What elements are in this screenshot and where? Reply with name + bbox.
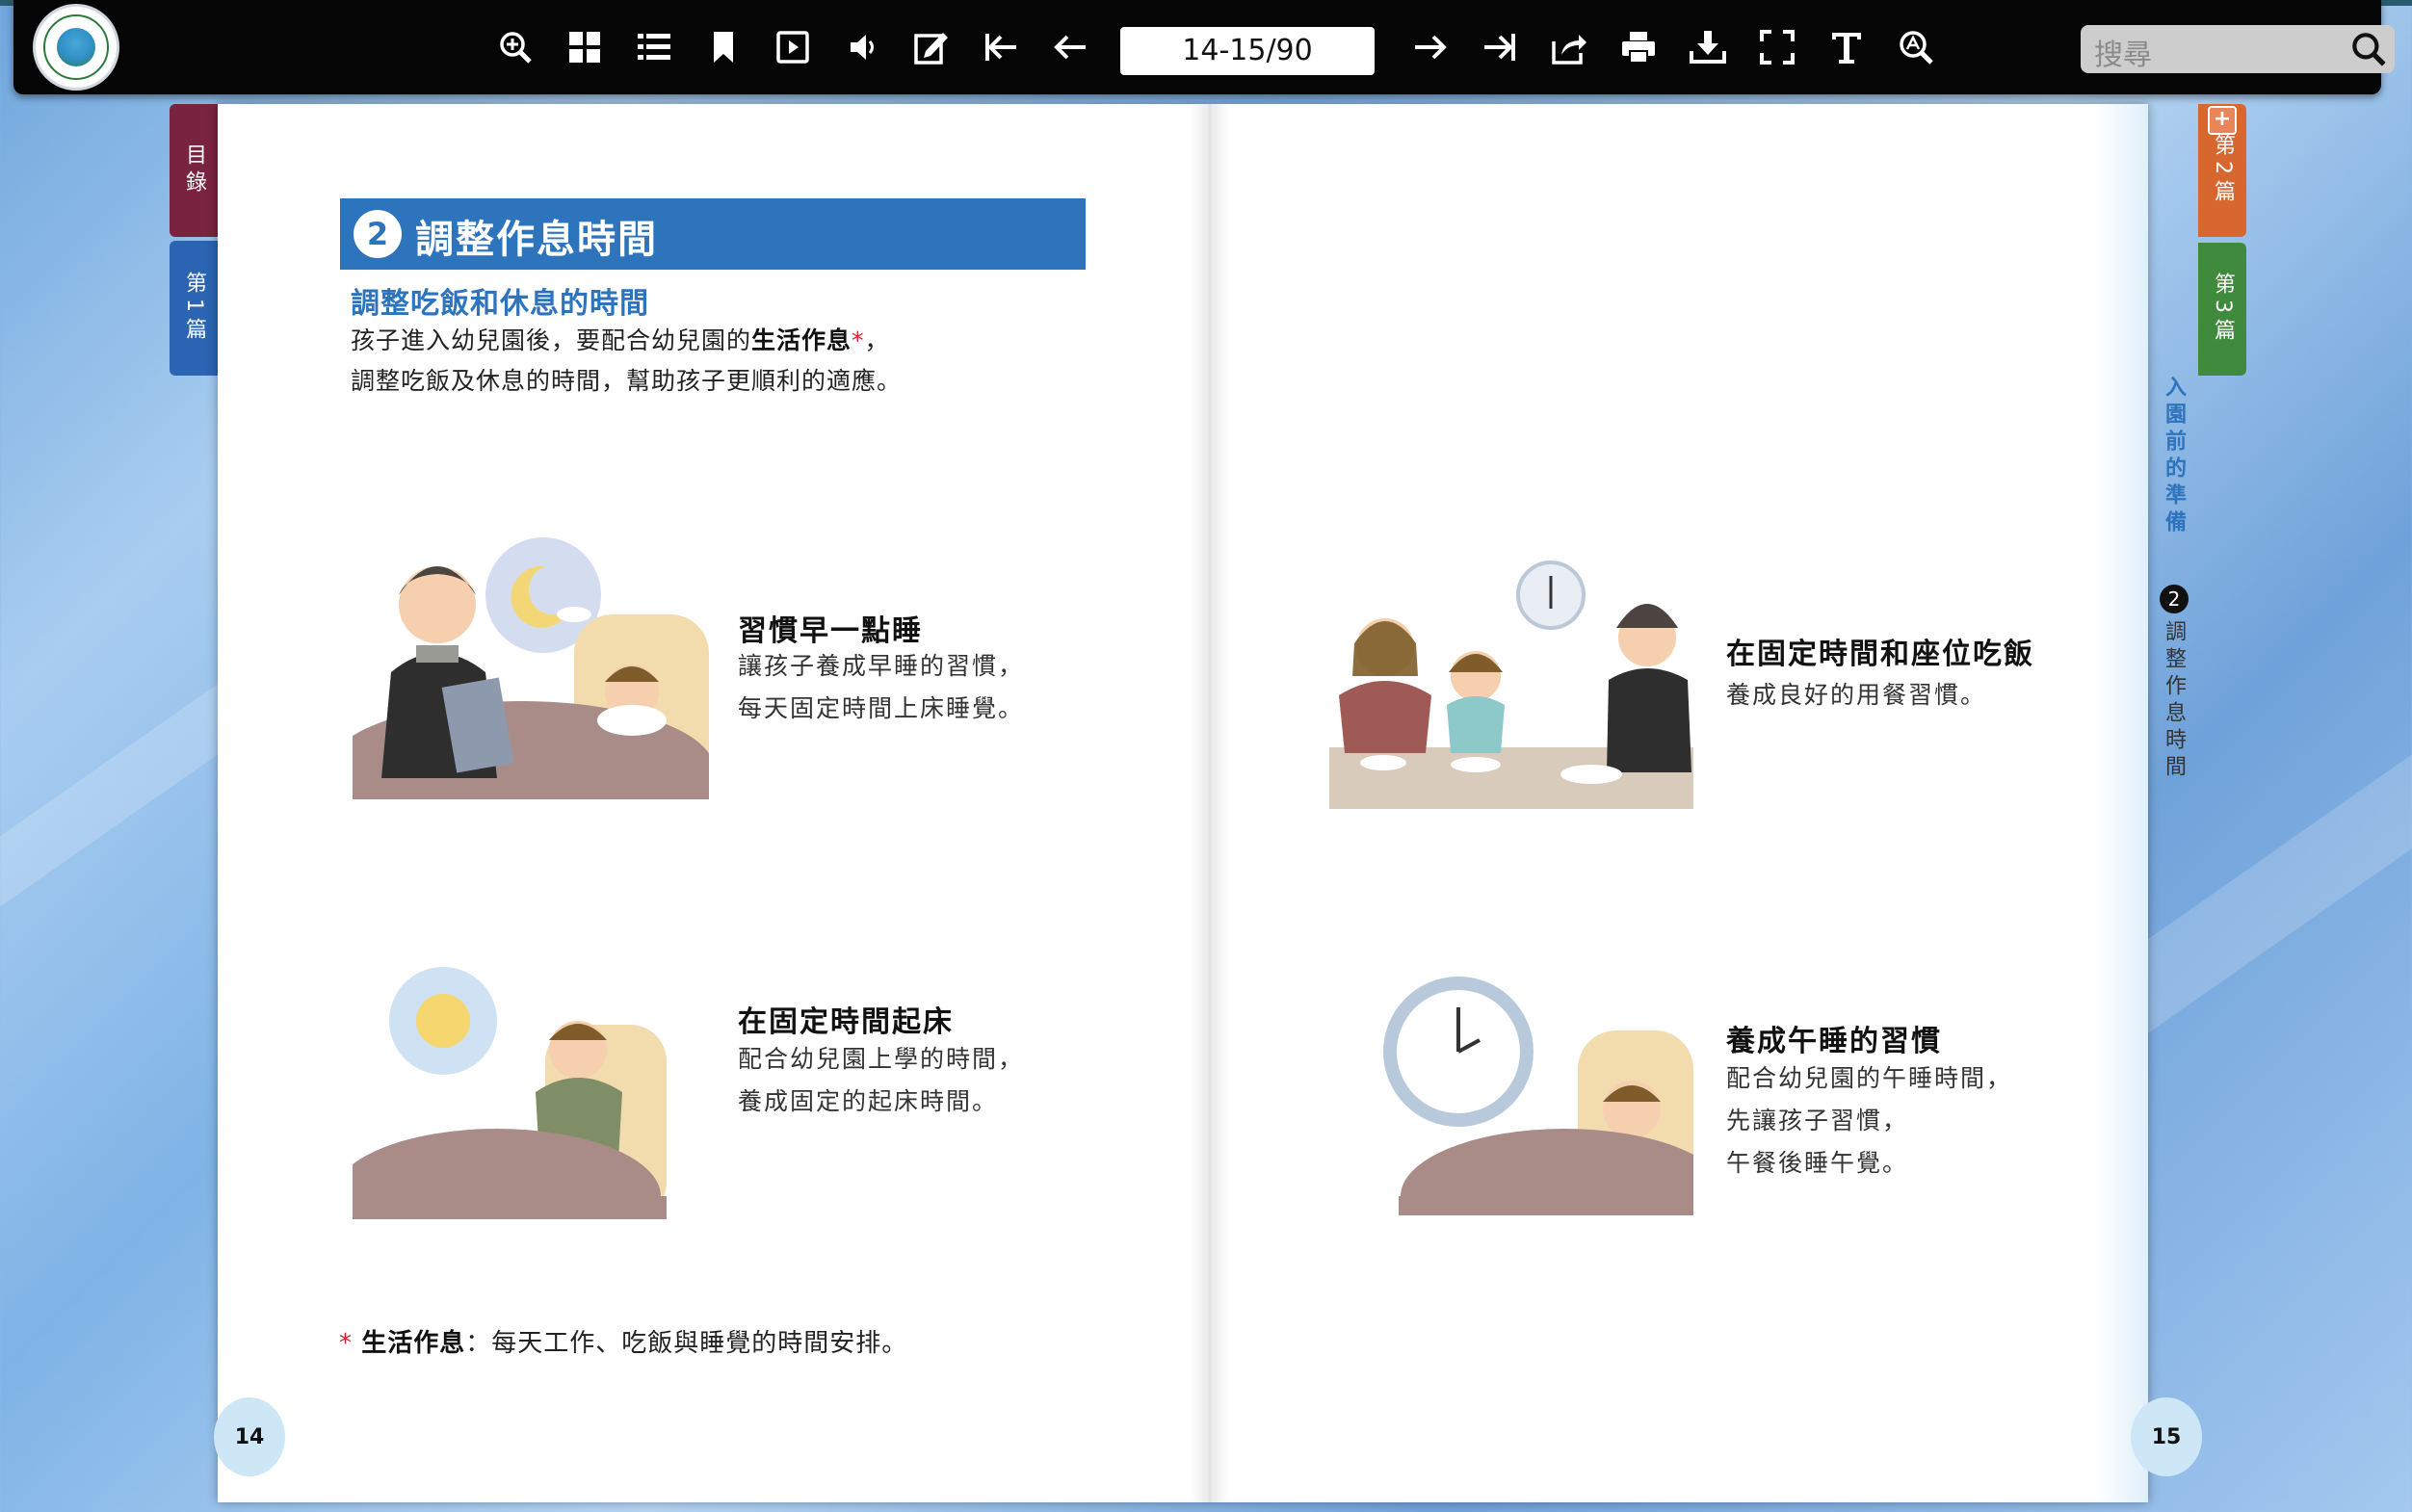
intro-text: 孩子進入幼兒園後，要配合幼兒園的 — [351, 326, 752, 354]
download-icon[interactable] — [1686, 25, 1730, 69]
print-icon[interactable] — [1616, 25, 1661, 69]
reader-toolbar: 14-15/90 搜尋 — [13, 0, 2395, 94]
item-nap-title: 養成午睡的習慣 — [1726, 1025, 1942, 1058]
item-text-line: 午餐後睡午覺。 — [1726, 1149, 1909, 1177]
add-icon[interactable]: + — [2208, 106, 2237, 135]
item-text-line: 養成良好的用餐習慣。 — [1726, 681, 1987, 709]
tab-part-1[interactable]: 第1篇 — [170, 241, 218, 376]
tab-part-2-label: 第2篇 — [2211, 134, 2235, 207]
item-text-line: 養成固定的起床時間。 — [738, 1087, 999, 1115]
tab-contents[interactable]: 目錄 — [170, 104, 218, 237]
page-number-left: 14 — [214, 1397, 285, 1476]
page-number-input[interactable]: 14-15/90 — [1120, 27, 1375, 75]
previous-page-icon[interactable] — [1048, 25, 1092, 69]
bedtime-illustration — [353, 537, 709, 799]
next-page-icon[interactable] — [1408, 25, 1453, 69]
footnote-text: ：每天工作、吃飯與睡覺的時間安排。 — [465, 1329, 908, 1358]
item-meal-fixed-text: 養成良好的用餐習慣。 — [1726, 674, 1986, 717]
intro-bold-term: 生活作息 — [751, 326, 852, 354]
item-text-line: 先讓孩子習慣， — [1726, 1107, 1909, 1134]
footnote: * 生活作息：每天工作、吃飯與睡覺的時間安排。 — [339, 1323, 907, 1359]
tab-part-1-label: 第1篇 — [182, 272, 206, 345]
side-section-label: 調整作息時間 — [2162, 620, 2186, 782]
book-gutter — [1191, 104, 1229, 1502]
bookmark-icon[interactable] — [701, 25, 746, 69]
search-icon[interactable] — [2348, 29, 2389, 69]
subheading: 調整吃飯和休息的時間 — [351, 287, 649, 321]
zoom-in-icon[interactable] — [493, 25, 537, 69]
mealtime-illustration — [1329, 560, 1693, 809]
tab-part-3-label: 第3篇 — [2211, 273, 2235, 346]
section-title: 調整作息時間 — [415, 218, 658, 262]
section-number: 2 — [354, 210, 402, 258]
page-number-right: 15 — [2131, 1397, 2202, 1476]
ministry-logo[interactable] — [33, 4, 119, 91]
table-of-contents-icon[interactable] — [632, 25, 676, 69]
item-text-line: 讓孩子養成早睡的習慣， — [738, 652, 1025, 680]
text-search-icon[interactable] — [1894, 25, 1938, 69]
tab-contents-label: 目錄 — [182, 143, 206, 197]
thumbnails-icon[interactable] — [563, 25, 607, 69]
right-page-edge — [2094, 104, 2148, 1502]
search-input[interactable]: 搜尋 — [2081, 25, 2395, 73]
wake-up-illustration — [353, 967, 667, 1219]
last-page-icon[interactable] — [1478, 25, 1522, 69]
side-chapter-label: 入園前的準備 — [2162, 376, 2186, 537]
speaker-icon[interactable] — [840, 25, 884, 69]
text-icon[interactable] — [1824, 25, 1869, 69]
nap-illustration — [1383, 977, 1693, 1215]
footnote-marker: * — [852, 326, 865, 354]
intro-punct: ， — [864, 326, 890, 354]
footnote-term: 生活作息 — [361, 1329, 466, 1358]
intro-line-2: 調整吃飯及休息的時間，幫助孩子更順利的適應。 — [351, 367, 903, 395]
search-placeholder: 搜尋 — [2094, 39, 2152, 72]
item-meal-fixed-title: 在固定時間和座位吃飯 — [1726, 638, 2034, 671]
item-text-line: 配合幼兒園的午睡時間， — [1726, 1064, 2013, 1092]
share-icon[interactable] — [1547, 25, 1591, 69]
item-sleep-early-title: 習慣早一點睡 — [738, 614, 923, 648]
item-wake-fixed-text: 配合幼兒園上學的時間， 養成固定的起床時間。 — [738, 1038, 1024, 1123]
first-page-icon[interactable] — [979, 25, 1023, 69]
item-nap-text: 配合幼兒園的午睡時間， 先讓孩子習慣， 午餐後睡午覺。 — [1726, 1057, 2012, 1185]
logo-emblem — [57, 28, 95, 66]
intro-line-1: 孩子進入幼兒園後，要配合幼兒園的生活作息*， — [351, 322, 890, 356]
item-wake-fixed-title: 在固定時間起床 — [738, 1005, 954, 1039]
tab-part-3[interactable]: 第3篇 — [2198, 243, 2246, 376]
footnote-star: * — [339, 1329, 353, 1358]
section-header: 2 調整作息時間 — [340, 198, 1086, 270]
fullscreen-icon[interactable] — [1755, 25, 1799, 69]
side-section-number: 2 — [2160, 585, 2189, 613]
annotate-icon[interactable] — [909, 25, 954, 69]
item-text-line: 配合幼兒園上學的時間， — [738, 1045, 1025, 1073]
item-text-line: 每天固定時間上床睡覺。 — [738, 694, 1025, 722]
item-sleep-early-text: 讓孩子養成早睡的習慣， 每天固定時間上床睡覺。 — [738, 645, 1024, 730]
slideshow-icon[interactable] — [771, 25, 815, 69]
